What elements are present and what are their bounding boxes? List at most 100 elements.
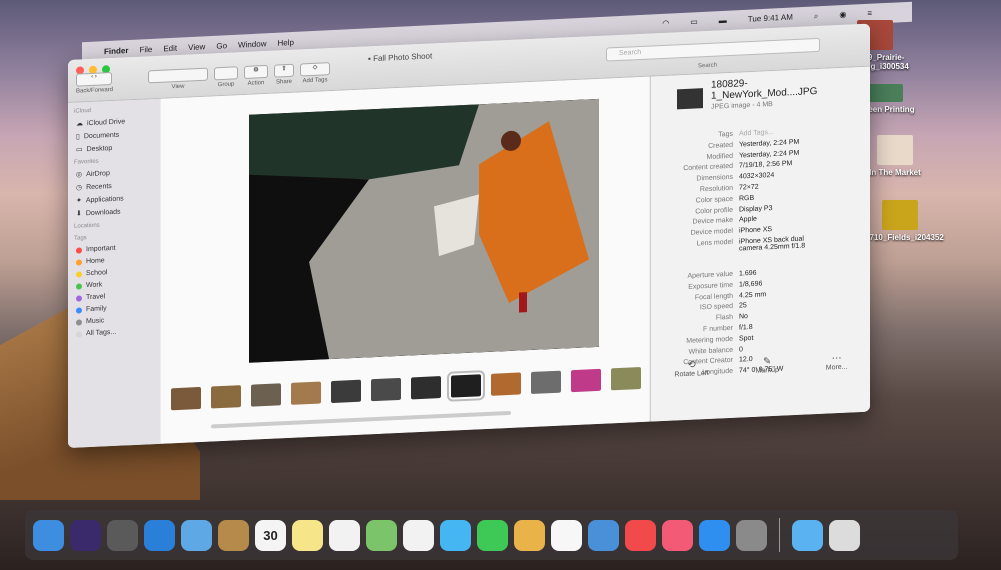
airplay-icon[interactable]: ▭ <box>690 17 698 27</box>
back-forward-button[interactable]: ‹ › Back/Forward <box>76 72 113 95</box>
mail-icon[interactable] <box>181 519 212 551</box>
menu-view[interactable]: View <box>188 42 205 52</box>
desktop-file-in-the-market[interactable]: In The Market <box>860 135 930 177</box>
thumbnail[interactable] <box>371 377 401 402</box>
sidebar-item-label: Desktop <box>86 144 113 153</box>
notes-icon[interactable] <box>292 519 323 551</box>
sidebar-item-label: Work <box>86 281 103 290</box>
thumbnail[interactable] <box>411 376 441 400</box>
system-preferences-icon[interactable] <box>736 519 767 551</box>
thumbnail[interactable] <box>171 386 201 411</box>
battery-icon[interactable]: ▬ <box>719 16 727 26</box>
thumbnail[interactable] <box>611 366 641 391</box>
thumbnail[interactable] <box>211 385 241 409</box>
contacts-icon[interactable] <box>218 519 249 551</box>
sidebar-tag-home[interactable]: Home <box>76 255 160 266</box>
news-icon[interactable] <box>625 519 656 551</box>
keynote-icon[interactable] <box>588 519 619 551</box>
sidebar-tag-family[interactable]: Family <box>76 303 160 314</box>
action-label: Action <box>247 80 265 87</box>
markup-button[interactable]: ✎ Markup <box>756 356 779 375</box>
thumbnail[interactable] <box>491 372 521 396</box>
add-tags-button[interactable]: ◇ Add Tags <box>300 62 330 84</box>
thumbnail[interactable] <box>571 368 601 393</box>
main-photo-preview[interactable] <box>249 98 599 363</box>
metadata-value: RGB <box>739 194 755 203</box>
horizontal-scrollbar[interactable] <box>211 410 511 429</box>
metadata-list: Tags Add Tags... Created Yesterday, 2:24 P… <box>651 125 861 382</box>
sidebar-icloud-header: iCloud <box>74 107 92 115</box>
menu-clock[interactable]: Tue 9:41 AM <box>748 13 793 25</box>
more-button[interactable]: ⋯ More... <box>826 353 848 372</box>
photos-icon[interactable] <box>403 519 434 551</box>
share-label: Share <box>275 78 292 86</box>
sidebar-favorites-header: Favorites <box>74 158 99 166</box>
action-label: More... <box>825 363 848 372</box>
sidebar-tag-music[interactable]: Music <box>76 315 160 326</box>
siri-menu-icon[interactable]: ◉ <box>839 10 846 20</box>
control-center-icon[interactable]: ≡ <box>867 9 872 19</box>
sidebar-tag-all[interactable]: All Tags... <box>76 327 160 338</box>
menu-edit[interactable]: Edit <box>163 43 177 53</box>
thumbnail[interactable] <box>291 381 321 405</box>
launchpad-icon[interactable] <box>107 519 138 551</box>
maps-icon[interactable] <box>366 519 397 551</box>
messages-icon[interactable] <box>440 519 471 551</box>
thumbnail[interactable] <box>531 370 561 394</box>
document-file-icon <box>877 135 913 165</box>
sidebar-tag-work[interactable]: Work <box>76 279 160 290</box>
downloads-folder-icon[interactable] <box>792 519 823 551</box>
desktop-file-fields[interactable]: 170710_Fields_i204352 <box>856 200 944 242</box>
numbers-icon[interactable] <box>551 519 582 551</box>
tag-dot-icon <box>76 282 82 290</box>
siri-icon[interactable] <box>70 519 101 551</box>
sidebar-item-documents[interactable]: ▯ Documents <box>76 129 160 141</box>
document-icon: ▯ <box>76 133 80 141</box>
window-title-text: Fall Photo Shoot <box>373 51 433 64</box>
menu-window[interactable]: Window <box>238 39 266 49</box>
sidebar-item-desktop[interactable]: ▭ Desktop <box>76 142 160 153</box>
sidebar-item-label: Travel <box>86 293 106 302</box>
facetime-icon[interactable] <box>477 519 508 551</box>
spotlight-icon[interactable]: ⌕ <box>814 11 818 21</box>
add-tags-label: Add Tags <box>302 77 328 85</box>
metadata-value: iPhone XS back dual camera 4.25mm f/1.8 <box>739 235 806 253</box>
music-icon[interactable] <box>662 519 693 551</box>
thumbnail[interactable] <box>331 379 361 404</box>
calendar-icon[interactable]: 30 <box>255 519 286 551</box>
sidebar-item-applications[interactable]: ✦ Applications <box>76 193 160 205</box>
wifi-icon[interactable]: ◠ <box>662 19 669 29</box>
action-button[interactable]: ⚙ Action <box>244 64 268 87</box>
download-icon: ⬇ <box>76 210 82 218</box>
sidebar-item-downloads[interactable]: ⬇ Downloads <box>76 206 160 218</box>
sidebar-item-icloud-drive[interactable]: ☁ iCloud Drive <box>76 116 160 128</box>
sidebar-item-label: School <box>86 269 108 278</box>
rotate-left-button[interactable]: ⟲ Rotate Left <box>674 359 708 378</box>
sidebar-tag-school[interactable]: School <box>76 267 160 278</box>
menu-file[interactable]: File <box>139 44 152 54</box>
sidebar-tag-important[interactable]: Important <box>76 243 160 254</box>
sidebar-item-airdrop[interactable]: ◎ AirDrop <box>76 167 160 179</box>
sidebar-item-recents[interactable]: ◷ Recents <box>76 180 160 192</box>
thumbnail[interactable] <box>251 383 281 407</box>
menu-go[interactable]: Go <box>216 41 227 51</box>
sidebar-tag-travel[interactable]: Travel <box>76 291 160 302</box>
group-button[interactable]: Group <box>214 66 238 88</box>
menu-help[interactable]: Help <box>277 37 293 47</box>
action-label: Markup <box>755 366 779 375</box>
preview-icon[interactable] <box>514 519 545 551</box>
safari-icon[interactable] <box>144 519 175 551</box>
metadata-value: f/1.8 <box>739 323 753 332</box>
sidebar-item-label: Documents <box>83 131 120 140</box>
share-button[interactable]: ⇪ Share <box>274 63 294 86</box>
thumbnail-strip <box>171 366 641 411</box>
reminders-icon[interactable] <box>329 519 360 551</box>
view-button[interactable]: View <box>148 67 208 92</box>
menu-finder[interactable]: Finder <box>104 46 128 56</box>
thumbnail-selected[interactable] <box>447 369 485 402</box>
finder-icon[interactable] <box>33 519 64 551</box>
trash-icon[interactable] <box>829 519 860 551</box>
airdrop-icon: ◎ <box>76 171 83 179</box>
search-input[interactable]: Search <box>606 37 820 62</box>
app-store-icon[interactable] <box>699 519 730 551</box>
